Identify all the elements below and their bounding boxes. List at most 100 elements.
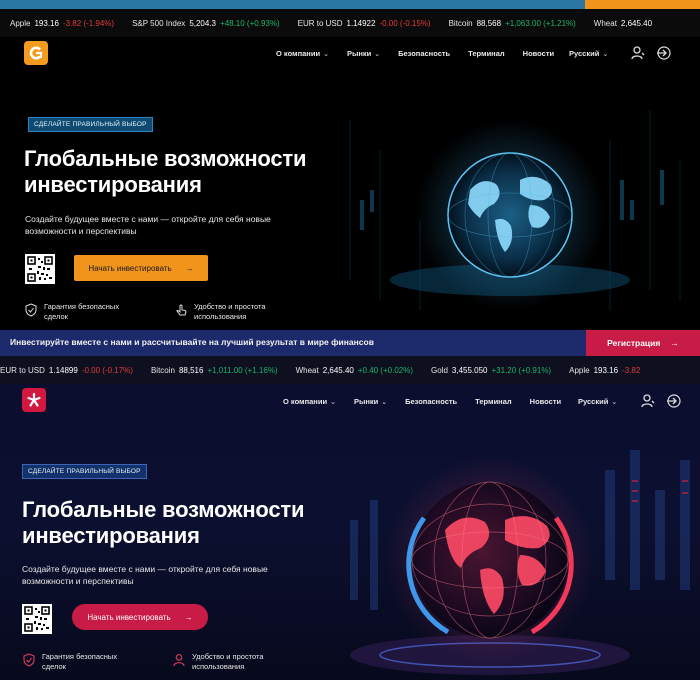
cta-label: Начать инвестировать [88, 263, 172, 273]
qr-code[interactable] [25, 254, 55, 284]
nav-item-about[interactable]: О компании ⌄ [276, 49, 329, 58]
ticker-price: 193.16 [34, 18, 59, 28]
start-investing-button[interactable]: Начать инвестировать → [72, 604, 208, 630]
chevron-down-icon: ⌄ [374, 51, 381, 58]
ticker-item[interactable]: EUR to USD 1.14899 -0.00 (-0.17%) [0, 366, 133, 375]
ticker-price: 2,645.40 [620, 18, 653, 28]
ticker-item[interactable]: Wheat 2,645.40 [594, 19, 652, 28]
chevron-down-icon: ⌄ [611, 399, 618, 406]
nav-item-security[interactable]: Безопасность [398, 49, 450, 58]
ticker-name: S&P 500 Index [132, 18, 186, 28]
feature-text: сделок [44, 311, 68, 321]
nav-links: О компании ⌄ Рынки ⌄ Безопасность Терминал… [276, 49, 554, 58]
ticker-name: Wheat [295, 365, 319, 375]
ticker-bar: Apple 193.16 -3.82 (-1.94%) S&P 500 Inde… [0, 9, 700, 37]
chevron-down-icon: ⌄ [381, 399, 388, 406]
qr-code[interactable] [22, 604, 52, 634]
headline-line: инвестирования [24, 172, 202, 197]
feature-text: Удобство и простота [192, 652, 264, 661]
nav-label: Рынки [353, 397, 379, 406]
feature-text: Гарантия безопасных [44, 302, 120, 311]
ticker-change: -0.00 (-0.17%) [81, 365, 133, 375]
arrow-right-icon: → [670, 338, 679, 348]
ticker-name: Bitcoin [448, 18, 473, 28]
ticker-item[interactable]: Gold 3,455.050 +31.20 (+0.91%) [431, 366, 551, 375]
ticker-item[interactable]: Bitcoin 88,568 +1,063.00 (+1.21%) [449, 19, 576, 28]
language-label: Русский [578, 397, 609, 406]
ticker-change: +31.20 (+0.91%) [491, 365, 552, 375]
ticker-price: 193.16 [593, 365, 619, 375]
ticker-change: +48.10 (+0.93%) [220, 18, 280, 28]
ticker-change: +1,063.00 (+1.21%) [505, 18, 576, 28]
logo-c-icon [29, 46, 43, 60]
ticker-name: Apple [569, 365, 590, 375]
language-label: Русский [569, 49, 600, 58]
start-investing-button[interactable]: Начать инвестировать → [74, 255, 208, 281]
ticker-change: -0.00 (-0.15%) [379, 18, 431, 28]
feature-text: использования [192, 661, 245, 671]
subtitle-line: Создайте будущее вместе с нами — откройт… [25, 214, 271, 224]
globe-illustration [320, 80, 700, 320]
feature-text: использования [194, 311, 247, 321]
feature-text: Удобство и простота [194, 302, 266, 311]
nav-item-terminal[interactable]: Терминал [468, 49, 505, 58]
cta-label: Начать инвестировать [87, 612, 171, 622]
logo-asterisk-icon [27, 392, 41, 407]
hero-subtitle: Создайте будущее вместе с нами — откройт… [25, 214, 345, 237]
hero-badge: СДЕЛАЙТЕ ПРАВИЛЬНЫЙ ВЫБОР [28, 117, 153, 132]
shield-check-icon [25, 303, 37, 317]
language-selector[interactable]: Русский ⌄ [569, 49, 608, 58]
nav-item-news[interactable]: Новости [523, 49, 554, 58]
nav-item-markets[interactable]: Рынки ⌄ [354, 397, 387, 406]
feature-item: Гарантия безопасных сделок [24, 302, 174, 321]
nav-label: О компании [283, 397, 328, 406]
user-icon[interactable] [630, 45, 646, 61]
ticker-price: 5,204.3 [189, 18, 217, 28]
site-logo[interactable] [24, 41, 48, 65]
banner-text: Инвестируйте вместе с нами и рассчитывай… [10, 337, 374, 347]
nav-item-about[interactable]: О компании ⌄ [283, 397, 336, 406]
ticker-price: 1.14922 [346, 18, 376, 28]
site-logo[interactable] [22, 388, 46, 412]
features-list: Гарантия безопасных сделок Удобство и про… [24, 302, 324, 321]
ticker-item[interactable]: Wheat 2,645.40 +0.40 (+0.02%) [296, 366, 413, 375]
top-banner-strip [0, 0, 700, 9]
top-register-button-partial[interactable] [585, 0, 700, 9]
language-selector[interactable]: Русский ⌄ [578, 397, 617, 406]
arrow-right-icon: → [185, 263, 194, 273]
nav-item-news[interactable]: Новости [530, 397, 561, 406]
nav-item-markets[interactable]: Рынки ⌄ [347, 49, 380, 58]
nav-item-security[interactable]: Безопасность [405, 397, 457, 406]
register-button[interactable]: Регистрация → [586, 330, 700, 356]
nav-item-terminal[interactable]: Терминал [475, 397, 512, 406]
ticker-item[interactable]: Apple 193.16 -3.82 [569, 366, 640, 375]
feature-text: Гарантия безопасных [42, 652, 118, 661]
ticker-item[interactable]: S&P 500 Index 5,204.3 +48.10 (+0.93%) [132, 19, 280, 28]
hero-subtitle: Создайте будущее вместе с нами — откройт… [22, 564, 342, 587]
ticker-price: 3,455.050 [451, 365, 488, 375]
user-icon[interactable] [640, 393, 656, 409]
ticker-name: EUR to USD [297, 18, 343, 28]
subtitle-line: возможности и перспективы [22, 575, 134, 586]
login-icon[interactable] [655, 45, 671, 61]
ticker-item[interactable]: Bitcoin 88,516 +1,011.00 (+1.16%) [151, 366, 278, 375]
ticker-item[interactable]: EUR to USD 1.14922 -0.00 (-0.15%) [298, 19, 431, 28]
hero-headline: Глобальные возможности инвестирования [22, 497, 305, 549]
ticker-item[interactable]: Apple 193.16 -3.82 (-1.94%) [10, 19, 114, 28]
ticker-change: +0.40 (+0.02%) [357, 365, 413, 375]
features-list: Гарантия безопасных сделок Удобство и про… [22, 652, 322, 671]
ticker-price: 88,516 [178, 365, 204, 375]
chevron-down-icon: ⌄ [602, 51, 609, 58]
ticker-price: 88,568 [476, 18, 502, 28]
headline-line: Глобальные возможности [22, 497, 305, 522]
register-label: Регистрация [607, 338, 661, 348]
ticker-name: Apple [10, 18, 31, 28]
ticker-name: EUR to USD [0, 365, 45, 375]
feature-item: Удобство и простота использования [174, 302, 324, 321]
ticker-name: Gold [431, 365, 448, 375]
headline-line: Глобальные возможности [24, 146, 307, 171]
feature-item: Гарантия безопасных сделок [22, 652, 172, 671]
shield-check-icon [23, 653, 35, 667]
headline-line: инвестирования [22, 523, 200, 548]
login-icon[interactable] [665, 393, 681, 409]
